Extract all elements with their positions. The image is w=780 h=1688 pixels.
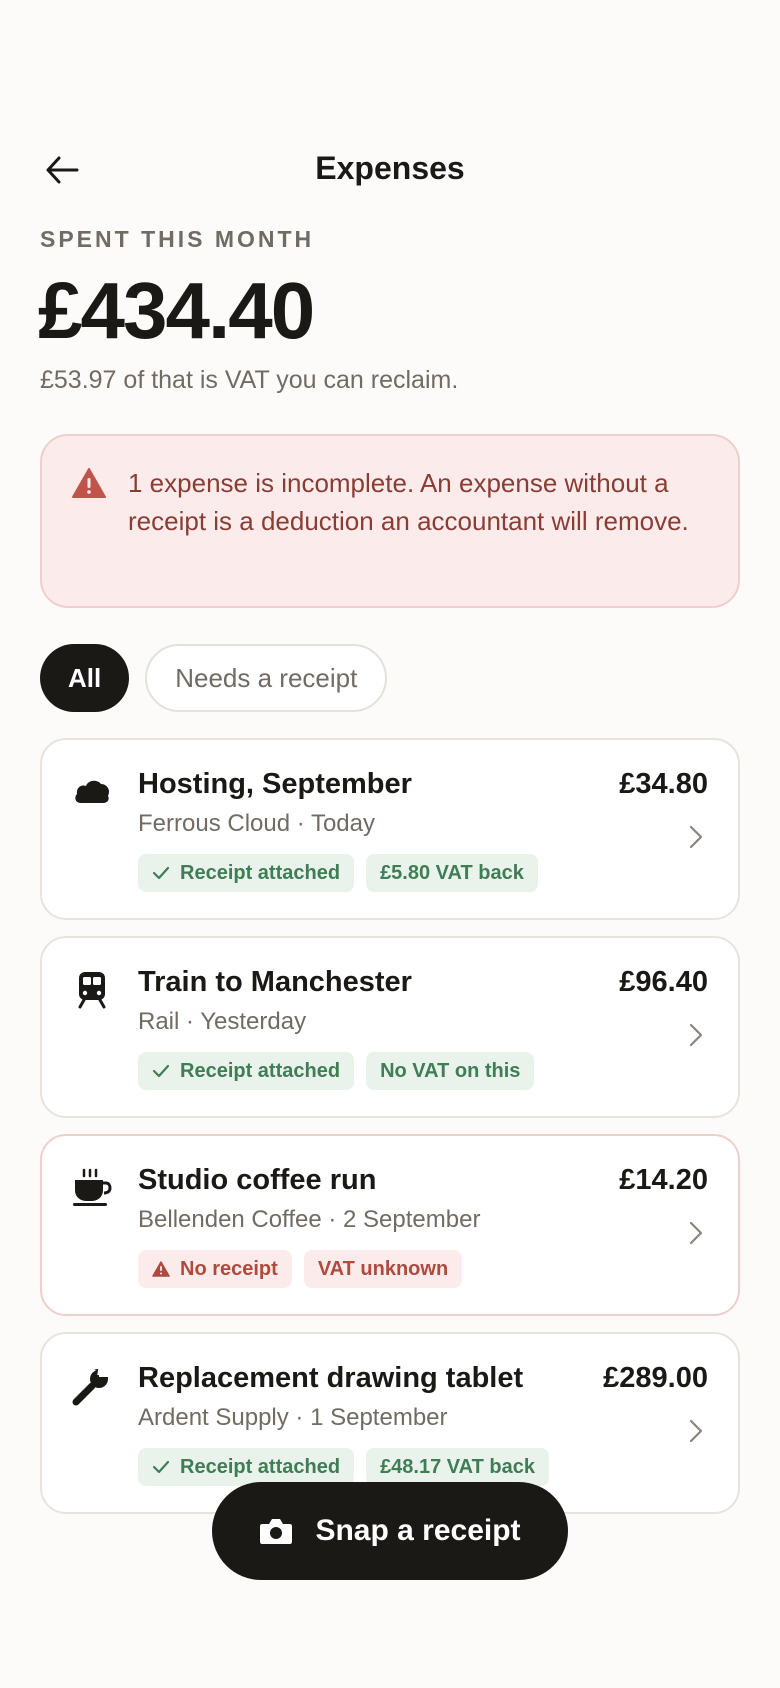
expense-title: Hosting, September [138, 768, 412, 800]
chevron-right-icon [689, 1221, 703, 1245]
coffee-cup-icon [73, 1168, 112, 1206]
vat-reclaim-note: £53.97 of that is VAT you can reclaim. [40, 366, 459, 394]
receipt-status-badge: Receipt attached [138, 854, 355, 892]
expense-amount: £96.40 [619, 966, 708, 998]
expense-card[interactable]: Hosting, September Ferrous Cloud · Today… [40, 738, 740, 920]
expense-card[interactable]: Studio coffee run Bellenden Coffee · 2 S… [40, 1134, 740, 1316]
expense-title: Studio coffee run [138, 1164, 377, 1196]
filter-needs-receipt-chip[interactable]: Needs a receipt [145, 644, 388, 712]
badge-label: No receipt [180, 1257, 278, 1280]
vat-status-badge: VAT unknown [303, 1250, 463, 1288]
check-icon [152, 866, 170, 880]
spent-amount: £434.40 [38, 266, 315, 355]
badge-label: £48.17 VAT back [380, 1455, 535, 1478]
expense-subtitle: Ardent Supply · 1 September [138, 1404, 448, 1431]
filter-all-chip[interactable]: All [40, 644, 130, 712]
cloud-icon [75, 780, 110, 803]
warning-icon [72, 468, 106, 498]
page-title: Expenses [315, 150, 465, 186]
chevron-right-icon [689, 1419, 703, 1443]
camera-icon [260, 1519, 293, 1544]
vat-status-badge: £5.80 VAT back [366, 854, 538, 892]
check-icon [152, 1064, 170, 1078]
spent-label: SPENT THIS MONTH [40, 226, 315, 252]
snap-receipt-label: Snap a receipt [315, 1514, 521, 1547]
expense-badges: Receipt attached £48.17 VAT back [138, 1448, 549, 1486]
badge-label: VAT unknown [317, 1257, 449, 1280]
app-header: Expenses [0, 140, 780, 200]
expense-amount: £34.80 [619, 768, 708, 800]
badge-label: £5.80 VAT back [380, 861, 524, 884]
expense-title: Replacement drawing tablet [138, 1362, 524, 1394]
vat-status-badge: No VAT on this [366, 1052, 535, 1090]
expense-badges: Receipt attached £5.80 VAT back [138, 854, 538, 892]
alert-message: 1 expense is incomplete. An expense with… [128, 468, 689, 536]
filter-chips: All Needs a receipt [40, 644, 388, 712]
expense-card[interactable]: Train to Manchester Rail · Yesterday £96… [40, 936, 740, 1118]
snap-receipt-button[interactable]: Snap a receipt [212, 1482, 568, 1580]
vat-status-badge: £48.17 VAT back [366, 1448, 549, 1486]
expense-amount: £289.00 [603, 1362, 708, 1394]
expense-subtitle: Bellenden Coffee · 2 September [138, 1206, 481, 1233]
warning-icon [152, 1261, 170, 1277]
wrench-icon [72, 1366, 111, 1406]
train-icon [78, 972, 106, 1009]
receipt-status-badge: Receipt attached [138, 1052, 355, 1090]
expense-badges: Receipt attached No VAT on this [138, 1052, 535, 1090]
expense-badges: No receipt VAT unknown [138, 1250, 463, 1288]
receipt-status-badge: Receipt attached [138, 1448, 355, 1486]
check-icon [152, 1460, 170, 1474]
badge-label: No VAT on this [380, 1059, 521, 1082]
incomplete-expense-alert: 1 expense is incomplete. An expense with… [40, 434, 740, 608]
expense-subtitle: Ferrous Cloud · Today [138, 810, 375, 837]
expense-amount: £14.20 [619, 1164, 708, 1196]
chevron-right-icon [689, 1023, 703, 1047]
receipt-status-badge: No receipt [138, 1250, 292, 1288]
expense-subtitle: Rail · Yesterday [138, 1008, 307, 1035]
badge-label: Receipt attached [180, 861, 341, 884]
expense-title: Train to Manchester [138, 966, 412, 998]
chevron-right-icon [689, 825, 703, 849]
badge-label: Receipt attached [180, 1059, 341, 1082]
badge-label: Receipt attached [180, 1455, 341, 1478]
